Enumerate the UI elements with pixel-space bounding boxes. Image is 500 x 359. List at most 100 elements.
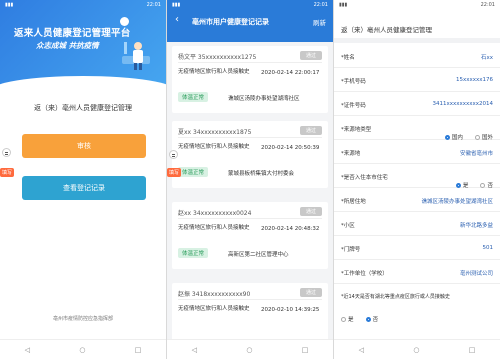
status-bar: ▮▮▮ 22:01 [0,0,166,9]
record-date: 2020-02-14 22:00:17 [261,70,320,76]
home-nav-icon[interactable]: ○ [79,346,85,354]
fill-tag[interactable]: 填写 [0,168,15,177]
field-phone: *手机号码 15xxxxxx176 [334,68,500,92]
field-source: *来源地 安徽省亳州市 [334,140,500,164]
field-label: *所居住地 [341,199,366,205]
detail-screen: ▮▮▮ 22:01 返（来）亳州人员健康登记管理 *姓名 石xx *手机号码 1… [334,0,500,359]
back-arrow-icon[interactable]: ‹ [175,14,179,25]
record-date: 2020-02-14 20:50:39 [261,145,320,151]
chat-float-icon[interactable] [169,150,178,159]
temperature-status: 体温正常 [178,167,209,177]
back-nav-icon[interactable]: ◁ [359,346,364,354]
signal-icon: ▮▮▮ [5,1,14,8]
banner-subtitle: 众志成城 共抗疫情 [36,41,99,50]
recents-nav-icon[interactable]: □ [135,346,142,354]
radio-no[interactable]: 否 [365,317,379,323]
back-nav-icon[interactable]: ◁ [25,346,30,354]
status-bar: ▮▮▮ 22:01 [334,0,500,9]
record-address: 蒙城县板桥集镇大付村委会 [228,171,295,177]
record-name: 赵振 3418xxxxxxxxxx90 [178,291,251,298]
radio-yes[interactable]: 是 [341,317,354,323]
field-value[interactable]: 谯城区汤陵办事处望湖湾社区 [421,197,493,205]
banner: ▮▮▮ 22:01 返来人员健康登记管理平台 众志成城 共抗疫情 [0,0,166,88]
field-value[interactable]: 15xxxxxx176 [456,77,493,83]
temperature-status: 体温正常 [178,92,209,102]
field-travel-history: *近14天是否有湖北等重点疫区旅行或人员接触史 是 否 [334,284,500,324]
record-desc: 无疫情地区旅行和人员接触史 [178,144,250,150]
radio-yes-label: 是 [348,317,354,323]
field-address: *所居住地 谯城区汤陵办事处望湖湾社区 [334,188,500,212]
record-card[interactable]: 赵xx 34xxxxxxxxxx0024 通过 无疫情地区旅行和人员接触史 20… [172,202,328,269]
status-time: 22:01 [313,1,328,8]
view-records-button[interactable]: 查看登记记录 [22,176,146,200]
status-time: 22:01 [480,1,495,8]
doctor-illustration-icon [122,42,150,70]
record-card[interactable]: 夏xx 34xxxxxxxxxx1875 通过 无疫情地区旅行和人员接触史 20… [172,121,328,188]
temperature-status: 体温正常 [178,248,209,258]
system-nav-bar: ◁ ○ □ [0,339,166,359]
detail-title: 返（来）亳州人员健康登记管理 [341,26,432,34]
field-source-type: *来源地类型 国内 国外 [334,116,500,141]
system-nav-bar: ◁ ○ □ [167,339,333,359]
field-label: *手机号码 [341,79,366,85]
review-button[interactable]: 审核 [22,134,146,158]
record-address: 高新区第二社区管理中心 [228,252,289,258]
status-bar: ▮▮▮ 22:01 [167,0,333,9]
field-id-number: *证件号码 3411xxxxxxxxxx2014 [334,92,500,116]
field-label: *来源地 [341,151,361,157]
field-label: *是否入住本市住宅 [341,175,388,181]
refresh-button[interactable]: 刷新 [313,17,326,27]
field-label: *工作单位（学校） [341,271,388,277]
records-screen: ▮▮▮ 22:01 ‹ 亳州市用户健康登记记录 刷新 杨文平 35xxxxxxx… [167,0,333,359]
field-value[interactable]: 3411xxxxxxxxxx2014 [432,101,493,107]
home-nav-icon[interactable]: ○ [413,346,419,354]
home-screen: ▮▮▮ 22:01 返来人员健康登记管理平台 众志成城 共抗疫情 返（来）亳州人… [0,0,166,359]
radio-checked-icon [365,317,371,322]
banner-title: 返来人员健康登记管理平台 [14,28,131,39]
field-label: *近14天是否有湖北等重点疫区旅行或人员接触史 [341,294,450,300]
home-nav-icon[interactable]: ○ [246,346,252,354]
approved-badge: 通过 [299,288,322,297]
field-value[interactable]: 石xx [481,53,493,61]
fill-tag[interactable]: 填写 [167,168,182,177]
field-community: *小区 新华北路多益 [334,212,500,236]
field-value[interactable]: 501 [483,245,494,251]
record-name: 赵xx 34xxxxxxxxxx0024 [178,210,252,217]
field-value[interactable]: 安徽省亳州市 [460,149,493,157]
radio-unchecked-icon [341,317,346,322]
field-residence-in-city: *是否入住本市住宅 是 否 [334,164,500,189]
signal-icon: ▮▮▮ [339,1,348,8]
approved-badge: 通过 [299,51,322,60]
system-nav-bar: ◁ ○ □ [334,339,500,359]
field-label: *姓名 [341,55,355,61]
records-header: ▮▮▮ 22:01 ‹ 亳州市用户健康登记记录 刷新 [167,0,333,42]
back-nav-icon[interactable]: ◁ [192,346,197,354]
field-label: *门牌号 [341,247,361,253]
approved-badge: 通过 [299,126,322,135]
field-house-number: *门牌号 501 [334,236,500,260]
field-label: *小区 [341,223,355,229]
radio-no-label: 否 [372,317,379,323]
page-heading: 返（来）亳州人员健康登记管理 [34,104,132,112]
recents-nav-icon[interactable]: □ [302,346,309,354]
record-date: 2020-02-14 20:48:32 [261,226,320,232]
record-date: 2020-02-10 14:39:25 [261,307,320,313]
record-desc: 无疫情地区旅行和人员接触史 [178,69,250,75]
record-card[interactable]: 杨文平 35xxxxxxxxxx1275 通过 无疫情地区旅行和人员接触史 20… [172,46,328,113]
field-value[interactable]: 新华北路多益 [460,221,493,229]
record-desc: 无疫情地区旅行和人员接触史 [178,225,250,231]
field-name: *姓名 石xx [334,44,500,68]
status-time: 22:01 [146,1,161,8]
footer-text: 亳州市疫情防控应急指挥部 [52,316,113,322]
records-title: 亳州市用户健康登记记录 [192,18,269,26]
field-employer: *工作单位（学校） 亳州测试公司 [334,260,500,284]
field-value[interactable]: 亳州测试公司 [460,269,493,277]
record-desc: 无疫情地区旅行和人员接触史 [178,306,250,312]
recents-nav-icon[interactable]: □ [469,346,476,354]
record-name: 杨文平 35xxxxxxxxxx1275 [178,54,257,61]
signal-icon: ▮▮▮ [172,1,181,8]
record-address: 谯城区汤陵办事处望湖湾社区 [228,96,300,102]
chat-float-icon[interactable] [2,148,11,157]
approved-badge: 通过 [299,207,322,216]
field-label: *来源地类型 [341,127,372,133]
